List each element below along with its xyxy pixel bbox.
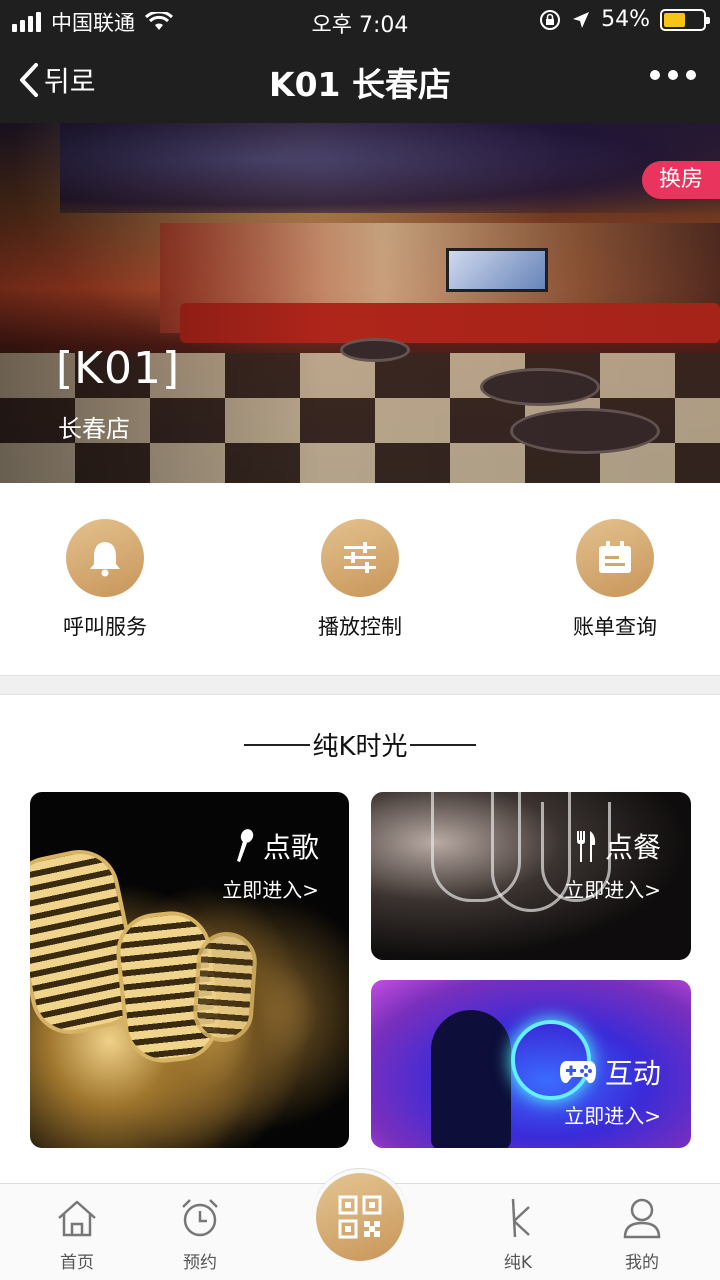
food-enter-link[interactable]: 立即进入> [564, 874, 661, 903]
playback-control-button[interactable]: 播放控制 [270, 519, 450, 641]
switch-room-button[interactable]: 换房 [642, 161, 720, 199]
rotation-lock-icon [540, 9, 561, 30]
alarm-clock-icon [150, 1196, 250, 1240]
qr-code-icon [316, 1173, 404, 1261]
section-header: 纯K时光 [0, 726, 720, 763]
tab-label: 我的 [625, 1253, 659, 1273]
k-logo-icon [468, 1196, 568, 1240]
service-label: 播放控制 [318, 615, 402, 639]
section-title: 纯K时光 [312, 732, 408, 762]
interaction-label: 互动 [604, 1057, 661, 1090]
page-title: K01 长春店 [269, 65, 451, 104]
interaction-card-text: 互动 立即进入> [559, 1052, 661, 1129]
song-card-text: 点歌 立即进入> [222, 826, 319, 903]
store-name: 长春店 [58, 415, 130, 443]
call-service-button[interactable]: 呼叫服务 [15, 519, 195, 641]
status-right: 54% [539, 7, 710, 32]
top-bar: 中国联通 오후 7:04 54% 뒤로 K01 长春店 [0, 0, 720, 123]
food-label: 点餐 [604, 831, 661, 864]
food-card-title: 点餐 [564, 826, 661, 866]
food-card-text: 点餐 立即进入> [564, 826, 661, 903]
fork-knife-icon [576, 831, 596, 862]
more-dots-icon[interactable] [650, 70, 696, 80]
person-silhouette-image [431, 1010, 511, 1148]
tab-reservation[interactable]: 预约 [150, 1196, 250, 1273]
section-divider [0, 675, 720, 695]
title-line-right [409, 743, 476, 746]
service-label: 账单查询 [573, 615, 657, 639]
tab-label: 首页 [60, 1253, 94, 1273]
song-enter-link[interactable]: 立即进入> [222, 874, 319, 903]
service-label: 呼叫服务 [63, 615, 147, 639]
food-card[interactable]: 点餐 立即进入> [371, 792, 691, 960]
bill-query-button[interactable]: 账单查询 [525, 519, 705, 641]
bell-icon [66, 519, 144, 597]
user-icon [592, 1196, 692, 1240]
room-code: [K01] [56, 343, 181, 394]
song-card[interactable]: 点歌 立即进入> [30, 792, 349, 1148]
navigation-bar: 뒤로 K01 长春店 [0, 40, 720, 123]
interaction-card[interactable]: 互动 立即进入> [371, 980, 691, 1148]
tab-chunk[interactable]: 纯K [468, 1196, 568, 1273]
tab-mine[interactable]: 我的 [592, 1196, 692, 1273]
interaction-card-title: 互动 [559, 1052, 661, 1092]
scan-qr-button[interactable] [312, 1168, 408, 1264]
song-card-title: 点歌 [222, 826, 319, 866]
microphone-image [191, 930, 259, 1044]
gamepad-icon [559, 1061, 596, 1084]
battery-icon [660, 8, 710, 31]
battery-percent: 54% [601, 7, 650, 32]
sliders-icon [321, 519, 399, 597]
title-line-left [244, 743, 311, 746]
location-arrow-icon [573, 11, 590, 28]
room-banner: [K01] 长春店 换房 [0, 123, 720, 483]
battery-level [664, 12, 685, 27]
home-icon [27, 1196, 127, 1240]
status-bar: 中国联通 오후 7:04 54% [0, 0, 720, 40]
tab-label: 纯K [503, 1253, 533, 1273]
microphone-icon [236, 829, 254, 862]
tab-label: 预约 [183, 1253, 217, 1273]
song-label: 点歌 [262, 831, 319, 864]
tab-home[interactable]: 首页 [27, 1196, 127, 1273]
interaction-enter-link[interactable]: 立即进入> [559, 1100, 661, 1129]
service-shortcuts: 呼叫服务 播放控制 账单查询 [0, 483, 720, 675]
bill-icon [576, 519, 654, 597]
